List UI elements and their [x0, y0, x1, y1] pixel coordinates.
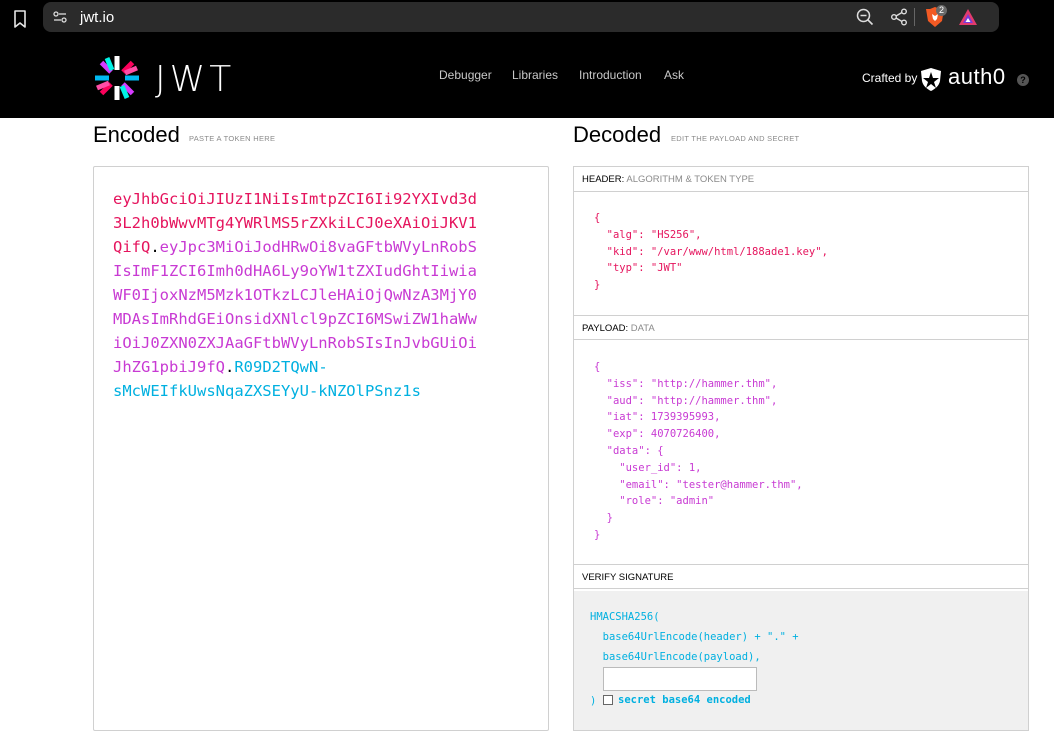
token-payload-segment: IsImF1ZCI6Imh0dHA6Ly9oYW1tZXIudGhtIiwia [113, 262, 477, 280]
token-header-segment: 3L2h0bWwvMTg4YWRlMS5rZXkiLCJ0eXAiOiJKV1 [113, 214, 477, 232]
token-line: WF0IjoxNzM5Mzk1OTkzLCJleHAiOjQwNzA3MjY0 [113, 283, 533, 307]
encoded-subtitle: PASTE A TOKEN HERE [189, 134, 276, 143]
decoded-subtitle: EDIT THE PAYLOAD AND SECRET [671, 134, 800, 143]
token-line: MDAsImRhdGEiOnsidXNlcl9pZCI6MSwiZW1haWw [113, 307, 533, 331]
token-payload-segment: JhZG1pbiJ9fQ [113, 358, 225, 376]
toolbar-separator [914, 8, 915, 26]
header-json-editor[interactable]: { "alg": "HS256", "kid": "/var/www/html/… [594, 210, 828, 294]
token-payload-segment: MDAsImRhdGEiOnsidXNlcl9pZCI6MSwiZW1haWw [113, 310, 477, 328]
token-line: eyJhbGciOiJIUzI1NiIsImtpZCI6Ii92YXIvd3d [113, 187, 533, 211]
token-payload-segment: eyJpc3MiOiJodHRwOi8vaGFtbWVyLnRobS [159, 238, 477, 256]
json-line: "data": { [594, 444, 664, 457]
verify-header-line: base64UrlEncode(header) + "." + [590, 631, 799, 643]
verify-section-title: VERIFY SIGNATURE [574, 564, 1028, 589]
token-dot: . [224, 358, 235, 376]
json-line: "exp": 4070726400, [594, 428, 721, 441]
header-section-sub: ALGORITHM & TOKEN TYPE [626, 174, 755, 185]
site-settings-icon[interactable] [52, 9, 68, 25]
payload-section-label: PAYLOAD: [582, 323, 629, 334]
json-line: } [594, 512, 613, 525]
token-header-segment: QifQ [113, 238, 151, 256]
token-line: iOiJ0ZXN0ZXJAaGFtbWVyLnRobSIsInJvbGUiOi [113, 331, 533, 355]
json-line: "user_id": 1, [594, 461, 702, 474]
url-text[interactable]: jwt.io [80, 9, 114, 26]
payload-section-sub: DATA [630, 323, 655, 334]
token-line: QifQ.eyJpc3MiOiJodHRwOi8vaGFtbWVyLnRobS [113, 235, 533, 259]
zoom-out-icon[interactable] [856, 8, 874, 26]
nav-introduction[interactable]: Introduction [579, 68, 642, 82]
token-payload-segment: iOiJ0ZXN0ZXJAaGFtbWVyLnRobSIsInJvbGUiOi [113, 334, 477, 352]
token-dot: . [150, 238, 160, 256]
token-line: JhZG1pbiJ9fQ.R09D2TQwN- [113, 355, 533, 379]
base64-encoded-checkbox[interactable] [603, 695, 613, 705]
decoded-title: Decoded [573, 122, 662, 147]
json-line: { [594, 212, 601, 224]
verify-section-label: VERIFY SIGNATURE [582, 572, 674, 583]
jwt-logo-icon[interactable] [93, 54, 141, 102]
json-line: } [594, 528, 601, 541]
json-line: "iss": "http://hammer.thm", [594, 377, 778, 390]
share-icon[interactable] [890, 8, 908, 26]
token-line: IsImF1ZCI6Imh0dHA6Ly9oYW1tZXIudGhtIiwia [113, 259, 533, 283]
json-line: "kid": "/var/www/html/188ade1.key", [594, 245, 828, 258]
crafted-by-label: Crafted by [862, 71, 918, 85]
header-section-label: HEADER: [582, 174, 625, 185]
nav-libraries[interactable]: Libraries [512, 68, 558, 82]
token-signature-segment: R09D2TQwN- [234, 358, 328, 376]
jwt-logo-text[interactable]: JWT [155, 60, 235, 100]
verify-signature-area: HMACSHA256( base64UrlEncode(header) + ".… [574, 591, 1028, 730]
base64-encoded-label[interactable]: secret base64 encoded [618, 694, 751, 706]
verify-payload-line: base64UrlEncode(payload), [590, 651, 761, 663]
token-signature-segment: sMcWEIfkUwsNqaZXSEYyU-kNZOlPSnz1s [113, 382, 421, 400]
encoded-token-editor[interactable]: eyJhbGciOiJIUzI1NiIsImtpZCI6Ii92YXIvd3d 3… [93, 166, 549, 731]
json-line: { [594, 361, 601, 373]
token-header-segment: eyJhbGciOiJIUzI1NiIsImtpZCI6Ii92YXIvd3d [113, 190, 477, 208]
json-line: "email": "tester@hammer.thm", [594, 478, 803, 491]
site-header: JWT Debugger Libraries Introduction Ask … [0, 38, 1054, 118]
shields-count-badge: 2 [936, 5, 948, 16]
verify-fn-line: HMACSHA256( [590, 611, 660, 623]
json-line: "role": "admin" [594, 495, 715, 508]
browser-toolbar: jwt.io 2 [0, 0, 1054, 38]
nav-debugger[interactable]: Debugger [439, 68, 492, 82]
bookmark-icon[interactable] [12, 9, 28, 29]
payload-section-title: PAYLOAD: DATA [574, 315, 1028, 340]
help-icon[interactable]: ? [1017, 74, 1029, 86]
secret-input[interactable] [603, 667, 757, 691]
address-bar[interactable]: jwt.io 2 [43, 2, 999, 32]
brave-rewards-icon[interactable] [958, 8, 978, 26]
token-line: 3L2h0bWwvMTg4YWRlMS5rZXkiLCJ0eXAiOiJKV1 [113, 211, 533, 235]
encoded-title: Encoded [93, 122, 180, 147]
header-section-title: HEADER: ALGORITHM & TOKEN TYPE [574, 167, 1028, 192]
json-line: } [594, 279, 601, 292]
token-text[interactable]: eyJhbGciOiJIUzI1NiIsImtpZCI6Ii92YXIvd3d 3… [113, 187, 533, 403]
token-line: sMcWEIfkUwsNqaZXSEYyU-kNZOlPSnz1s [113, 379, 533, 403]
verify-close-paren: ) [590, 695, 597, 707]
nav-ask[interactable]: Ask [664, 68, 684, 82]
json-line: "aud": "http://hammer.thm", [594, 394, 778, 407]
decoded-panel: HEADER: ALGORITHM & TOKEN TYPE { "alg": … [573, 166, 1029, 731]
token-payload-segment: WF0IjoxNzM5Mzk1OTkzLCJleHAiOjQwNzA3MjY0 [113, 286, 477, 304]
json-line: "iat": 1739395993, [594, 411, 721, 424]
payload-json-editor[interactable]: { "iss": "http://hammer.thm", "aud": "ht… [594, 359, 803, 544]
json-line: "typ": "JWT" [594, 262, 683, 275]
auth0-brand-text[interactable]: auth0 [948, 64, 1006, 90]
json-line: "alg": "HS256", [594, 228, 702, 241]
auth0-shield-icon[interactable] [920, 67, 942, 92]
